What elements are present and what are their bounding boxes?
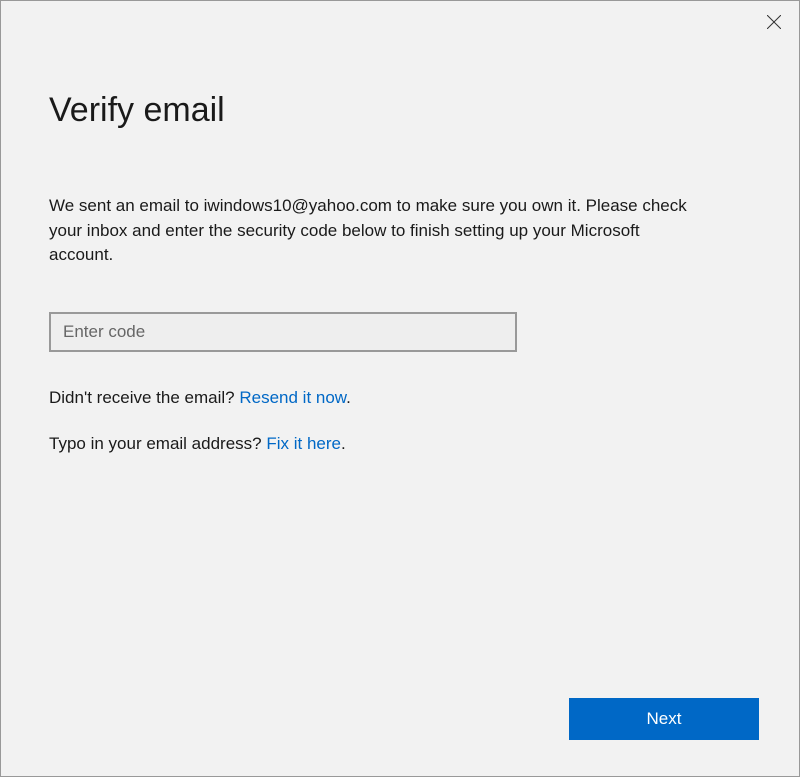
verify-email-dialog: Verify email We sent an email to iwindow… <box>0 0 800 777</box>
close-button[interactable] <box>767 15 781 34</box>
dialog-content: Verify email We sent an email to iwindow… <box>1 1 799 454</box>
description-text: We sent an email to iwindows10@yahoo.com… <box>49 194 689 268</box>
fix-link[interactable]: Fix it here <box>266 434 341 453</box>
fix-line: Typo in your email address? Fix it here. <box>49 434 751 454</box>
resend-prefix: Didn't receive the email? <box>49 388 239 407</box>
resend-line: Didn't receive the email? Resend it now. <box>49 388 751 408</box>
resend-suffix: . <box>346 388 351 407</box>
next-button[interactable]: Next <box>569 698 759 740</box>
close-icon <box>767 16 781 33</box>
fix-suffix: . <box>341 434 346 453</box>
code-input[interactable] <box>49 312 517 352</box>
resend-link[interactable]: Resend it now <box>239 388 346 407</box>
page-title: Verify email <box>49 91 751 130</box>
fix-prefix: Typo in your email address? <box>49 434 266 453</box>
